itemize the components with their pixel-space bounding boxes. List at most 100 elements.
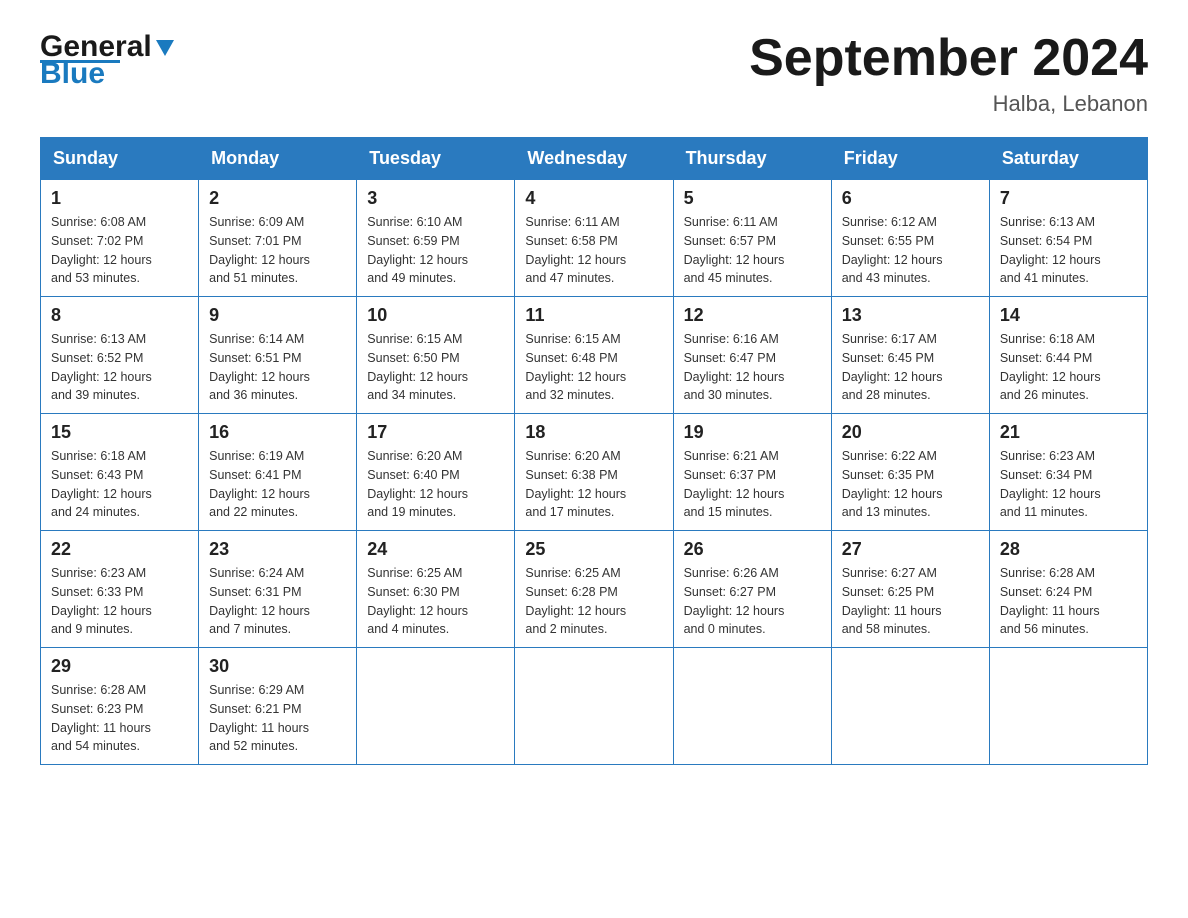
day-number: 1 [51, 188, 188, 209]
calendar-day-cell: 4 Sunrise: 6:11 AMSunset: 6:58 PMDaylight… [515, 180, 673, 297]
calendar-table: SundayMondayTuesdayWednesdayThursdayFrid… [40, 137, 1148, 765]
day-number: 25 [525, 539, 662, 560]
day-info-text: Sunrise: 6:21 AMSunset: 6:37 PMDaylight:… [684, 447, 821, 522]
weekday-header-friday: Friday [831, 138, 989, 180]
weekday-header-sunday: Sunday [41, 138, 199, 180]
day-info-text: Sunrise: 6:20 AMSunset: 6:38 PMDaylight:… [525, 447, 662, 522]
day-info-text: Sunrise: 6:24 AMSunset: 6:31 PMDaylight:… [209, 564, 346, 639]
page-header: General Blue September 2024 Halba, Leban… [40, 30, 1148, 117]
calendar-empty-cell [989, 648, 1147, 765]
logo-arrow-icon [154, 36, 176, 58]
calendar-day-cell: 23 Sunrise: 6:24 AMSunset: 6:31 PMDayligh… [199, 531, 357, 648]
day-info-text: Sunrise: 6:08 AMSunset: 7:02 PMDaylight:… [51, 213, 188, 288]
day-number: 14 [1000, 305, 1137, 326]
calendar-day-cell: 8 Sunrise: 6:13 AMSunset: 6:52 PMDaylight… [41, 297, 199, 414]
calendar-day-cell: 24 Sunrise: 6:25 AMSunset: 6:30 PMDayligh… [357, 531, 515, 648]
day-info-text: Sunrise: 6:18 AMSunset: 6:43 PMDaylight:… [51, 447, 188, 522]
weekday-header-monday: Monday [199, 138, 357, 180]
calendar-week-row: 22Sunrise: 6:23 AMSunset: 6:33 PMDayligh… [41, 531, 1148, 648]
calendar-empty-cell [831, 648, 989, 765]
calendar-week-row: 1 Sunrise: 6:08 AMSunset: 7:02 PMDaylight… [41, 180, 1148, 297]
day-number: 16 [209, 422, 346, 443]
day-info-text: Sunrise: 6:15 AMSunset: 6:50 PMDaylight:… [367, 330, 504, 405]
weekday-header-saturday: Saturday [989, 138, 1147, 180]
calendar-day-cell: 27 Sunrise: 6:27 AMSunset: 6:25 PMDayligh… [831, 531, 989, 648]
day-number: 22 [51, 539, 188, 560]
day-number: 29 [51, 656, 188, 677]
calendar-day-cell: 30 Sunrise: 6:29 AMSunset: 6:21 PMDayligh… [199, 648, 357, 765]
day-number: 4 [525, 188, 662, 209]
day-info-text: Sunrise: 6:20 AMSunset: 6:40 PMDaylight:… [367, 447, 504, 522]
day-info-text: Sunrise: 6:15 AMSunset: 6:48 PMDaylight:… [525, 330, 662, 405]
calendar-day-cell: 18Sunrise: 6:20 AMSunset: 6:38 PMDayligh… [515, 414, 673, 531]
day-info-text: Sunrise: 6:29 AMSunset: 6:21 PMDaylight:… [209, 681, 346, 756]
day-info-text: Sunrise: 6:19 AMSunset: 6:41 PMDaylight:… [209, 447, 346, 522]
day-number: 3 [367, 188, 504, 209]
day-info-text: Sunrise: 6:11 AMSunset: 6:57 PMDaylight:… [684, 213, 821, 288]
day-info-text: Sunrise: 6:28 AMSunset: 6:23 PMDaylight:… [51, 681, 188, 756]
day-info-text: Sunrise: 6:26 AMSunset: 6:27 PMDaylight:… [684, 564, 821, 639]
calendar-day-cell: 12 Sunrise: 6:16 AMSunset: 6:47 PMDayligh… [673, 297, 831, 414]
logo: General Blue [40, 30, 176, 91]
calendar-empty-cell [357, 648, 515, 765]
calendar-day-cell: 3 Sunrise: 6:10 AMSunset: 6:59 PMDaylight… [357, 180, 515, 297]
weekday-header-wednesday: Wednesday [515, 138, 673, 180]
calendar-day-cell: 2Sunrise: 6:09 AMSunset: 7:01 PMDaylight… [199, 180, 357, 297]
day-number: 21 [1000, 422, 1137, 443]
calendar-week-row: 8 Sunrise: 6:13 AMSunset: 6:52 PMDaylight… [41, 297, 1148, 414]
day-info-text: Sunrise: 6:10 AMSunset: 6:59 PMDaylight:… [367, 213, 504, 288]
calendar-day-cell: 22Sunrise: 6:23 AMSunset: 6:33 PMDayligh… [41, 531, 199, 648]
calendar-day-cell: 26Sunrise: 6:26 AMSunset: 6:27 PMDayligh… [673, 531, 831, 648]
day-info-text: Sunrise: 6:11 AMSunset: 6:58 PMDaylight:… [525, 213, 662, 288]
calendar-day-cell: 7Sunrise: 6:13 AMSunset: 6:54 PMDaylight… [989, 180, 1147, 297]
day-number: 13 [842, 305, 979, 326]
calendar-week-row: 29 Sunrise: 6:28 AMSunset: 6:23 PMDayligh… [41, 648, 1148, 765]
logo-text-blue: Blue [40, 57, 105, 91]
day-number: 23 [209, 539, 346, 560]
day-info-text: Sunrise: 6:23 AMSunset: 6:34 PMDaylight:… [1000, 447, 1137, 522]
day-number: 7 [1000, 188, 1137, 209]
day-number: 10 [367, 305, 504, 326]
day-number: 15 [51, 422, 188, 443]
day-info-text: Sunrise: 6:18 AMSunset: 6:44 PMDaylight:… [1000, 330, 1137, 405]
calendar-day-cell: 10 Sunrise: 6:15 AMSunset: 6:50 PMDayligh… [357, 297, 515, 414]
calendar-day-cell: 25 Sunrise: 6:25 AMSunset: 6:28 PMDayligh… [515, 531, 673, 648]
day-number: 27 [842, 539, 979, 560]
calendar-day-cell: 28 Sunrise: 6:28 AMSunset: 6:24 PMDayligh… [989, 531, 1147, 648]
day-info-text: Sunrise: 6:28 AMSunset: 6:24 PMDaylight:… [1000, 564, 1137, 639]
day-info-text: Sunrise: 6:13 AMSunset: 6:52 PMDaylight:… [51, 330, 188, 405]
day-info-text: Sunrise: 6:25 AMSunset: 6:28 PMDaylight:… [525, 564, 662, 639]
day-info-text: Sunrise: 6:14 AMSunset: 6:51 PMDaylight:… [209, 330, 346, 405]
day-number: 8 [51, 305, 188, 326]
month-title: September 2024 [749, 30, 1148, 87]
calendar-day-cell: 5Sunrise: 6:11 AMSunset: 6:57 PMDaylight… [673, 180, 831, 297]
day-info-text: Sunrise: 6:12 AMSunset: 6:55 PMDaylight:… [842, 213, 979, 288]
calendar-day-cell: 19 Sunrise: 6:21 AMSunset: 6:37 PMDayligh… [673, 414, 831, 531]
calendar-day-cell: 29 Sunrise: 6:28 AMSunset: 6:23 PMDayligh… [41, 648, 199, 765]
day-number: 12 [684, 305, 821, 326]
day-info-text: Sunrise: 6:22 AMSunset: 6:35 PMDaylight:… [842, 447, 979, 522]
calendar-header-row: SundayMondayTuesdayWednesdayThursdayFrid… [41, 138, 1148, 180]
calendar-day-cell: 20Sunrise: 6:22 AMSunset: 6:35 PMDayligh… [831, 414, 989, 531]
calendar-week-row: 15 Sunrise: 6:18 AMSunset: 6:43 PMDayligh… [41, 414, 1148, 531]
day-number: 17 [367, 422, 504, 443]
calendar-empty-cell [515, 648, 673, 765]
day-number: 2 [209, 188, 346, 209]
calendar-day-cell: 11 Sunrise: 6:15 AMSunset: 6:48 PMDayligh… [515, 297, 673, 414]
calendar-day-cell: 15 Sunrise: 6:18 AMSunset: 6:43 PMDayligh… [41, 414, 199, 531]
day-info-text: Sunrise: 6:25 AMSunset: 6:30 PMDaylight:… [367, 564, 504, 639]
day-number: 11 [525, 305, 662, 326]
day-number: 9 [209, 305, 346, 326]
day-number: 24 [367, 539, 504, 560]
calendar-day-cell: 21 Sunrise: 6:23 AMSunset: 6:34 PMDayligh… [989, 414, 1147, 531]
calendar-empty-cell [673, 648, 831, 765]
day-info-text: Sunrise: 6:27 AMSunset: 6:25 PMDaylight:… [842, 564, 979, 639]
calendar-day-cell: 9 Sunrise: 6:14 AMSunset: 6:51 PMDaylight… [199, 297, 357, 414]
day-info-text: Sunrise: 6:16 AMSunset: 6:47 PMDaylight:… [684, 330, 821, 405]
calendar-day-cell: 13Sunrise: 6:17 AMSunset: 6:45 PMDayligh… [831, 297, 989, 414]
day-number: 19 [684, 422, 821, 443]
day-number: 6 [842, 188, 979, 209]
calendar-day-cell: 6 Sunrise: 6:12 AMSunset: 6:55 PMDaylight… [831, 180, 989, 297]
day-number: 28 [1000, 539, 1137, 560]
day-number: 30 [209, 656, 346, 677]
